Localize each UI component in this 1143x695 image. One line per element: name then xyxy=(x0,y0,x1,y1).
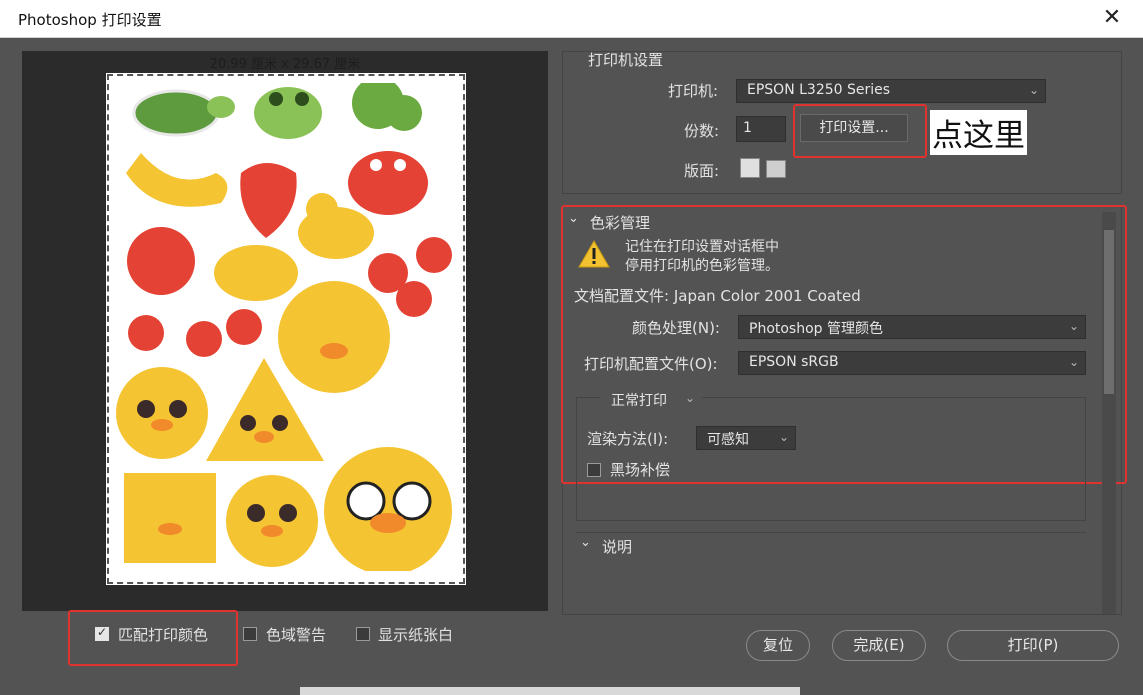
printer-profile-select[interactable]: EPSON sRGB ⌄ xyxy=(738,351,1086,375)
chevron-down-icon[interactable]: ⌄ xyxy=(580,535,591,550)
black-point-checkbox[interactable] xyxy=(587,463,601,477)
printer-profile-label: 打印机配置文件(O): xyxy=(584,355,718,373)
printer-settings-heading: 打印机设置 xyxy=(588,51,664,69)
gamut-warning-label: 色域警告 xyxy=(266,626,327,644)
chevron-down-icon[interactable]: ⌄ xyxy=(568,211,579,226)
scrollbar[interactable] xyxy=(1102,212,1116,614)
copies-value: 1 xyxy=(743,120,752,136)
sticker-artwork xyxy=(116,83,452,571)
print-dialog: Photoshop 打印设置 ✕ 20.99 厘米 x 29.67 厘米 打印机… xyxy=(0,0,1143,695)
printer-profile-value: EPSON sRGB xyxy=(749,354,839,370)
render-intent-label: 渲染方法(I): xyxy=(587,430,669,448)
warning-icon xyxy=(578,240,610,268)
divider xyxy=(576,532,1086,533)
render-intent-value: 可感知 xyxy=(707,432,749,448)
chevron-down-icon: ⌄ xyxy=(1068,355,1079,369)
paper-dimensions: 20.99 厘米 x 29.67 厘米 xyxy=(209,57,361,72)
window-title: Photoshop 打印设置 xyxy=(18,11,162,29)
portrait-layout-icon[interactable] xyxy=(740,158,760,178)
show-paper-white-label: 显示纸张白 xyxy=(378,626,454,644)
black-point-label: 黑场补偿 xyxy=(610,461,671,479)
chevron-down-icon: ⌄ xyxy=(778,430,789,444)
printer-select-value: EPSON L3250 Series xyxy=(747,82,891,98)
printer-label: 打印机: xyxy=(668,82,719,100)
chevron-down-icon: ⌄ xyxy=(1028,83,1039,97)
chevron-down-icon: ⌄ xyxy=(684,391,695,405)
document-profile: 文档配置文件: Japan Color 2001 Coated xyxy=(574,287,861,305)
annotation-click-here: 点这里 xyxy=(930,110,1027,155)
print-mode-value: 正常打印 xyxy=(611,393,667,409)
print-preview: 20.99 厘米 x 29.67 厘米 xyxy=(22,51,548,611)
show-paper-white-checkbox[interactable] xyxy=(356,627,370,641)
warning-text-line1: 记住在打印设置对话框中 xyxy=(625,239,779,255)
highlight-print-settings xyxy=(793,104,927,158)
color-handling-label: 颜色处理(N): xyxy=(632,319,720,337)
description-heading: 说明 xyxy=(602,538,633,556)
print-mode-select[interactable]: 正常打印 ⌄ xyxy=(600,387,702,411)
match-colors-checkbox[interactable] xyxy=(95,625,109,641)
layout-label: 版面: xyxy=(684,162,720,180)
match-colors-label: 匹配打印颜色 xyxy=(118,626,209,644)
done-button[interactable]: 完成(E) xyxy=(832,630,926,661)
scrollbar-thumb[interactable] xyxy=(1104,230,1114,394)
warning-text-line2: 停用打印机的色彩管理。 xyxy=(625,258,779,274)
gamut-warning-checkbox[interactable] xyxy=(243,627,257,641)
color-management-heading: 色彩管理 xyxy=(590,214,651,232)
paper-sheet xyxy=(106,73,466,585)
printer-select[interactable]: EPSON L3250 Series ⌄ xyxy=(736,79,1046,103)
print-button[interactable]: 打印(P) xyxy=(947,630,1119,661)
background-canvas-strip xyxy=(300,687,800,695)
render-intent-select[interactable]: 可感知 ⌄ xyxy=(696,426,796,450)
copies-label: 份数: xyxy=(684,122,720,140)
landscape-layout-icon[interactable] xyxy=(766,160,786,178)
title-bar: Photoshop 打印设置 ✕ xyxy=(0,0,1143,38)
copies-input[interactable]: 1 xyxy=(736,116,786,142)
color-handling-value: Photoshop 管理颜色 xyxy=(749,321,884,337)
color-handling-select[interactable]: Photoshop 管理颜色 ⌄ xyxy=(738,315,1086,339)
chevron-down-icon: ⌄ xyxy=(1068,319,1079,333)
close-icon[interactable]: ✕ xyxy=(1099,5,1125,31)
reset-button[interactable]: 复位 xyxy=(746,630,810,661)
